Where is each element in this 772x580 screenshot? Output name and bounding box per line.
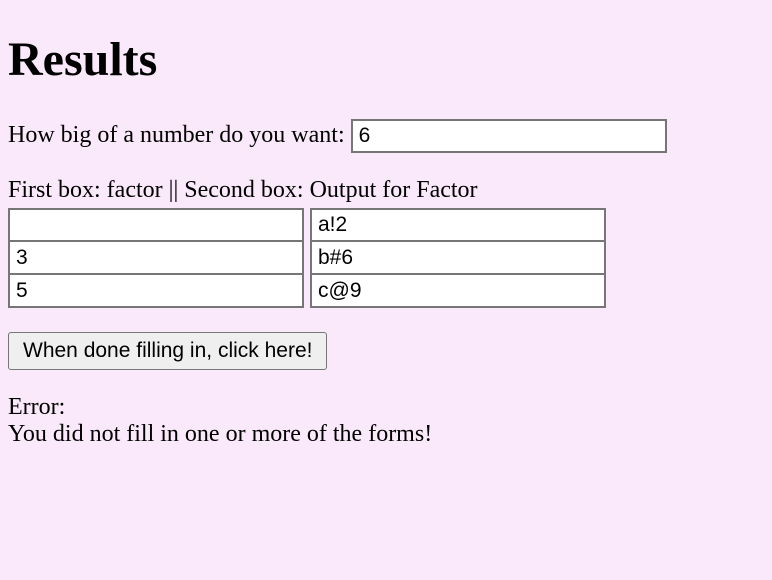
box-instructions: First box: factor || Second box: Output … bbox=[8, 177, 764, 204]
error-message: You did not fill in one or more of the f… bbox=[8, 421, 764, 448]
table-row bbox=[8, 208, 764, 242]
factor-grid bbox=[8, 208, 764, 308]
page-title: Results bbox=[8, 32, 764, 87]
error-block: Error: You did not fill in one or more o… bbox=[8, 394, 764, 448]
submit-button[interactable]: When done filling in, click here! bbox=[8, 332, 327, 370]
factor-input[interactable] bbox=[8, 274, 304, 308]
factor-input[interactable] bbox=[8, 208, 304, 242]
number-prompt-line: How big of a number do you want: bbox=[8, 119, 764, 153]
output-input[interactable] bbox=[310, 274, 606, 308]
number-prompt-label: How big of a number do you want: bbox=[8, 122, 351, 148]
number-input[interactable] bbox=[351, 119, 667, 153]
table-row bbox=[8, 275, 764, 308]
error-label: Error: bbox=[8, 394, 764, 421]
factor-input[interactable] bbox=[8, 241, 304, 275]
output-input[interactable] bbox=[310, 208, 606, 242]
output-input[interactable] bbox=[310, 241, 606, 275]
table-row bbox=[8, 242, 764, 275]
